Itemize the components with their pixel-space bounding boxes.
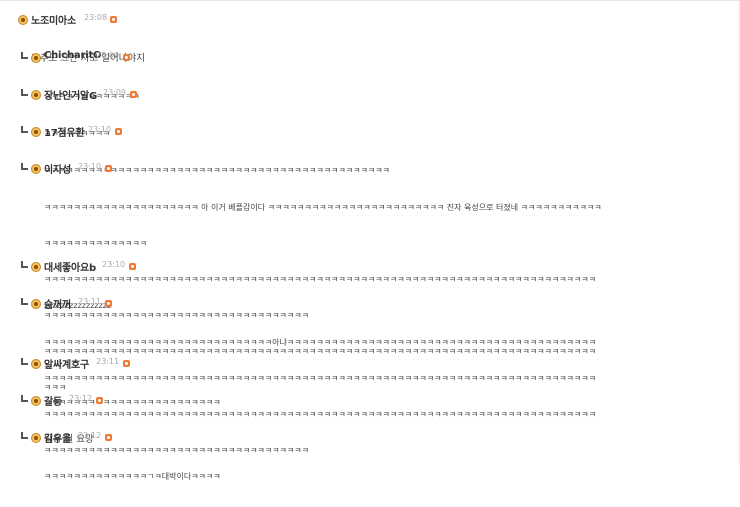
comment-nickname[interactable]: 숨꺼꺼	[44, 296, 71, 311]
reply-arrow-icon	[21, 358, 30, 367]
fan-badge-icon	[129, 263, 136, 270]
fan-badge-icon	[123, 360, 130, 367]
comment-time: 23:09	[103, 88, 127, 97]
fan-badge-icon	[96, 397, 103, 404]
comment-nickname[interactable]: 대세좋아요b	[44, 259, 96, 274]
comment-nickname[interactable]: 17점유환	[44, 124, 85, 139]
comment-time: 23:11	[96, 357, 120, 366]
comment-line: ㅋㅋㅋㅋㅋㅋㅋㅋㅋㅋㅋㅋㅋㅋㅋㅋㅋㅋㅋㅋㅋ 아 이거 베플감이다 ㅋㅋㅋㅋㅋㅋㅋ…	[44, 203, 602, 212]
reply-arrow-icon	[21, 298, 30, 307]
reply-arrow-icon	[21, 89, 30, 98]
comment-time: 23:09	[96, 51, 120, 60]
level-badge-icon	[18, 15, 28, 25]
reply-arrow-icon	[21, 126, 30, 135]
comment-nickname[interactable]: 노조미아소	[31, 12, 76, 27]
level-badge-icon	[31, 53, 41, 63]
level-badge-icon	[31, 90, 41, 100]
comment-nickname[interactable]: 알싸계호구	[44, 356, 89, 371]
fan-badge-icon	[130, 91, 137, 98]
reply-arrow-icon	[21, 432, 30, 441]
fan-badge-icon	[110, 16, 117, 23]
comment-nickname[interactable]: 갈등	[44, 393, 62, 408]
fan-badge-icon	[105, 165, 112, 172]
fan-badge-icon	[115, 128, 122, 135]
comment-list: 노조미아소 23:08 꼬추도 그만 자고 일어나야지 ChicharitO 2…	[0, 1, 740, 481]
comment-text: ㅋㅋㅋㅋㅋㅋㅋㅋㅋㅋㅋㅋㅋㅋㄱㅋ대박이다ㅋㅋㅋㅋ	[44, 447, 221, 507]
comment-time: 23:12	[78, 431, 102, 440]
comment-time: 23:10	[88, 125, 112, 134]
reply-arrow-icon	[21, 395, 30, 404]
level-badge-icon	[31, 299, 41, 309]
comment-nickname[interactable]: 장난인거알G	[44, 87, 97, 102]
comment-nickname[interactable]: 김우울	[44, 430, 71, 445]
fan-badge-icon	[123, 54, 130, 61]
level-badge-icon	[31, 164, 41, 174]
reply-arrow-icon	[21, 163, 30, 172]
level-badge-icon	[31, 359, 41, 369]
comment-nickname[interactable]: ChicharitO	[44, 50, 102, 61]
fan-badge-icon	[105, 434, 112, 441]
level-badge-icon	[31, 262, 41, 272]
comment-line: ㅋㅋㅋㅋㅋㅋㅋㅋㅋㅋㅋㅋㅋㅋㅋㅋㅋㅋㅋㅋㅋㅋㅋㅋㅋㅋㅋㅋㅋㅋㅋㅋㅋㅋㅋㅋㅋㅋㅋㅋ…	[44, 275, 596, 284]
comment-nickname[interactable]: 이자성	[44, 161, 71, 176]
comment-line: ㅋㅋㅋㅋㅋㅋㅋㅋㅋㅋㅋㅋㅋㅋㄱㅋ대박이다ㅋㅋㅋㅋ	[44, 472, 221, 481]
comment-time: 23:08	[84, 13, 108, 22]
comment-line: ㅋㅋㅋㅋㅋㅋㅋㅋㅋㅋㅋㅋㅋㅋㅋㅋㅋㅋㅋㅋㅋㅋㅋㅋㅋㅋㅋㅋㅋㅋㅋ아냐ㅋㅋㅋㅋㅋㅋㅋ…	[44, 338, 596, 347]
comment-time: 23:12	[69, 394, 93, 403]
fan-badge-icon	[105, 300, 112, 307]
level-badge-icon	[31, 127, 41, 137]
comment-line: ㅋㅋㅋㅋㅋㅋㅋㅋㅋㅋㅋㅋㅋㅋ	[44, 239, 148, 248]
comment-time: 23:10	[78, 162, 102, 171]
reply-arrow-icon	[21, 52, 30, 61]
reply-arrow-icon	[21, 261, 30, 270]
level-badge-icon	[31, 396, 41, 406]
comment-time: 23:11	[78, 297, 102, 306]
comment-time: 23:10	[102, 260, 126, 269]
level-badge-icon	[31, 433, 41, 443]
